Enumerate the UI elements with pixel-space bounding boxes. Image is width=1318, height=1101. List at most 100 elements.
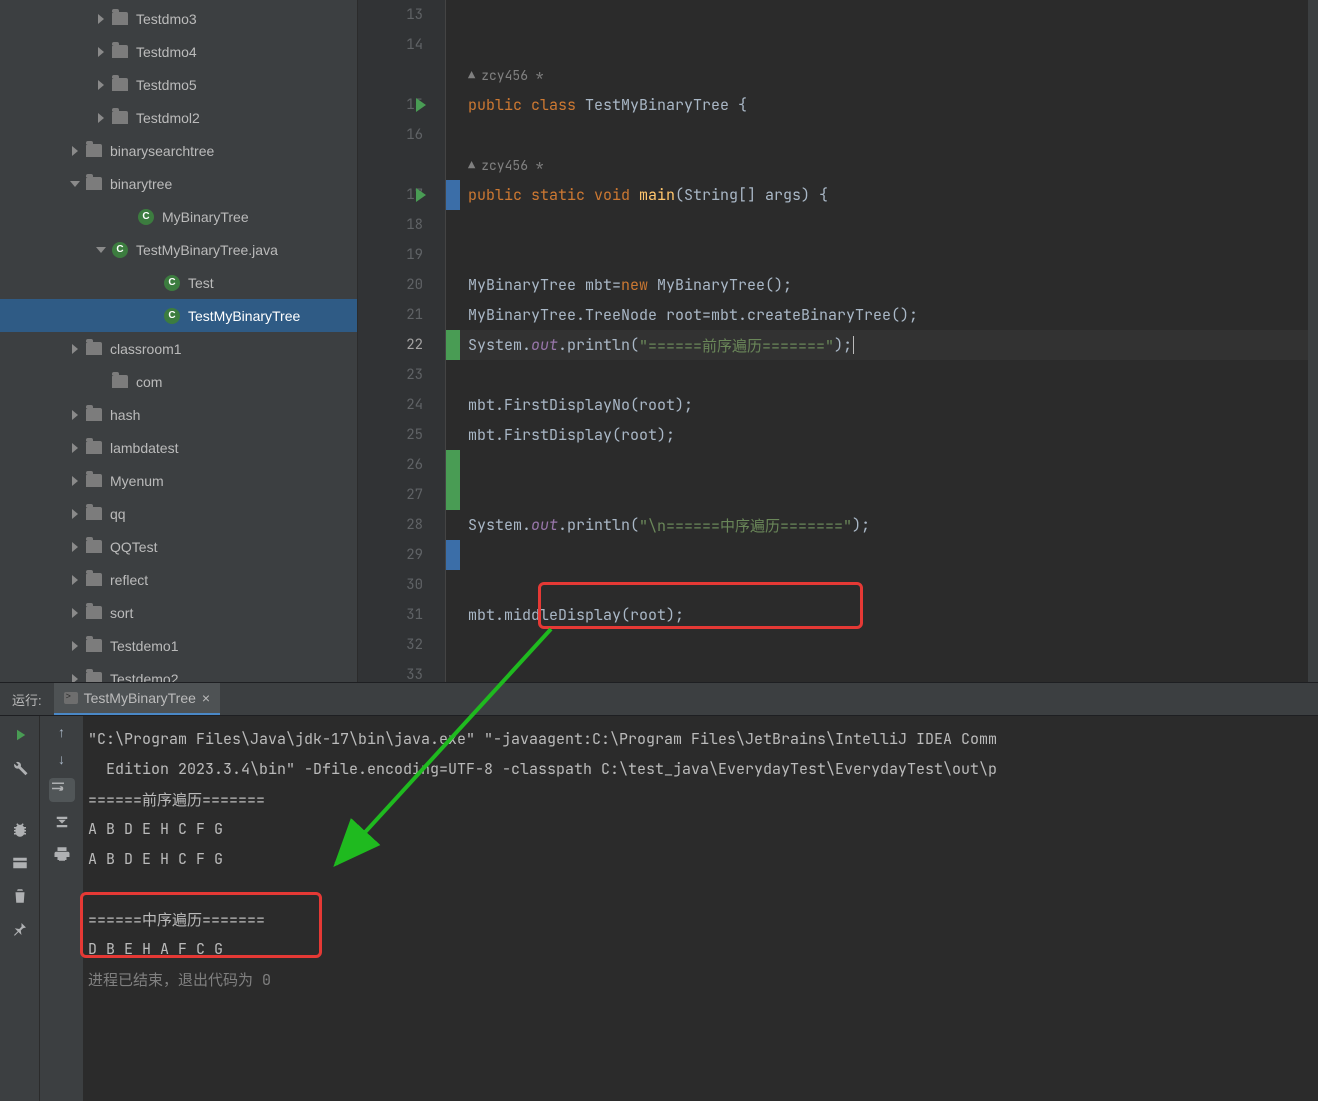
line-number[interactable]: 33	[358, 660, 445, 690]
chevron-right-icon[interactable]	[70, 344, 80, 354]
chevron-right-icon[interactable]	[70, 608, 80, 618]
soft-wrap-icon[interactable]	[49, 778, 75, 802]
line-number[interactable]: 21	[358, 300, 445, 330]
tree-item[interactable]: CTestMyBinaryTree.java	[0, 233, 357, 266]
tree-item[interactable]: CMyBinaryTree	[0, 200, 357, 233]
tree-item-label: MyBinaryTree	[162, 209, 357, 225]
line-number[interactable]: 20	[358, 270, 445, 300]
console-output[interactable]: "C:\Program Files\Java\jdk-17\bin\java.e…	[84, 716, 1318, 1101]
run-toolwindow-label: 运行:	[0, 690, 54, 709]
trash-icon[interactable]	[9, 885, 31, 907]
tree-item-label: binarysearchtree	[110, 143, 357, 159]
tree-item[interactable]: Testdemo1	[0, 629, 357, 662]
tree-item[interactable]: sort	[0, 596, 357, 629]
chevron-right-icon[interactable]	[96, 14, 106, 24]
line-number[interactable]: 22	[358, 330, 445, 360]
tree-item-label: hash	[110, 407, 357, 423]
line-number[interactable]: 28	[358, 510, 445, 540]
down-arrow-icon[interactable]: ↓	[58, 751, 65, 767]
line-number[interactable]: 17	[358, 180, 445, 210]
tree-item[interactable]: hash	[0, 398, 357, 431]
folder-icon	[86, 606, 102, 619]
editor-scrollbar[interactable]	[1308, 0, 1318, 682]
tree-item[interactable]: com	[0, 365, 357, 398]
terminal-icon	[64, 692, 78, 704]
class-icon: C	[164, 308, 180, 324]
code-area[interactable]: ▲zcy456 * public class TestMyBinaryTree …	[460, 0, 1318, 682]
tree-item[interactable]: classroom1	[0, 332, 357, 365]
line-number[interactable]: 31	[358, 600, 445, 630]
tree-item[interactable]: CTestMyBinaryTree	[0, 299, 357, 332]
run-gutter-icon[interactable]	[416, 188, 426, 202]
tree-item[interactable]: lambdatest	[0, 431, 357, 464]
layout-icon[interactable]	[9, 852, 31, 874]
line-number[interactable]: 29	[358, 540, 445, 570]
line-number[interactable]: 14	[358, 30, 445, 60]
console-line: 进程已结束，退出代码为 0	[88, 964, 1314, 994]
tree-item[interactable]: Testdmo4	[0, 35, 357, 68]
chevron-right-icon[interactable]	[70, 542, 80, 552]
tree-item[interactable]: Testdmo5	[0, 68, 357, 101]
tree-item[interactable]: Myenum	[0, 464, 357, 497]
wrench-icon[interactable]	[9, 757, 31, 779]
code-editor[interactable]: 1314 1516 171819202122232425262728293031 3…	[358, 0, 1318, 682]
line-number[interactable]: 16	[358, 120, 445, 150]
tree-item-label: Testdmo4	[136, 44, 357, 60]
folder-icon	[86, 474, 102, 487]
chevron-right-icon[interactable]	[70, 146, 80, 156]
tree-item[interactable]: Testdmo3	[0, 2, 357, 35]
tree-item[interactable]: binarytree	[0, 167, 357, 200]
folder-icon	[86, 507, 102, 520]
line-number[interactable]: 15	[358, 90, 445, 120]
chevron-right-icon[interactable]	[96, 80, 106, 90]
chevron-right-icon[interactable]	[70, 575, 80, 585]
rerun-icon[interactable]	[9, 724, 31, 746]
tree-item[interactable]: CTest	[0, 266, 357, 299]
chevron-right-icon[interactable]	[70, 476, 80, 486]
tree-item-label: com	[136, 374, 357, 390]
line-number[interactable]: 25	[358, 420, 445, 450]
chevron-right-icon[interactable]	[70, 509, 80, 519]
pin-icon[interactable]	[9, 918, 31, 940]
line-number[interactable]: 24	[358, 390, 445, 420]
tree-item[interactable]: binarysearchtree	[0, 134, 357, 167]
up-arrow-icon[interactable]: ↑	[58, 724, 65, 740]
line-number[interactable]: 27	[358, 480, 445, 510]
chevron-right-icon[interactable]	[70, 410, 80, 420]
tree-item[interactable]: QQTest	[0, 530, 357, 563]
tree-item[interactable]: Testdemo2	[0, 662, 357, 682]
chevron-down-icon[interactable]	[96, 245, 106, 255]
close-icon[interactable]: ×	[202, 690, 210, 706]
folder-icon	[112, 45, 128, 58]
chevron-right-icon[interactable]	[96, 113, 106, 123]
line-number[interactable]: 32	[358, 630, 445, 660]
chevron-right-icon[interactable]	[96, 47, 106, 57]
line-number[interactable]: 19	[358, 240, 445, 270]
line-number[interactable]: 23	[358, 360, 445, 390]
line-number[interactable]: 13	[358, 0, 445, 30]
line-number[interactable]: 30	[358, 570, 445, 600]
tree-item-label: classroom1	[110, 341, 357, 357]
chevron-right-icon[interactable]	[70, 674, 80, 683]
chevron-right-icon[interactable]	[70, 443, 80, 453]
folder-icon	[86, 639, 102, 652]
line-number[interactable]: 18	[358, 210, 445, 240]
chevron-down-icon[interactable]	[70, 179, 80, 189]
tree-item[interactable]: reflect	[0, 563, 357, 596]
project-tree[interactable]: Testdmo3 Testdmo4 Testdmo5 Testdmol2 binarys…	[0, 0, 358, 682]
run-gutter-icon[interactable]	[416, 98, 426, 112]
tree-item[interactable]: Testdmol2	[0, 101, 357, 134]
tree-item[interactable]: qq	[0, 497, 357, 530]
run-config-tab[interactable]: TestMyBinaryTree ×	[54, 683, 220, 715]
line-number[interactable]	[358, 60, 445, 90]
print-icon[interactable]	[53, 845, 71, 866]
chevron-right-icon[interactable]	[70, 641, 80, 651]
debug-icon[interactable]	[9, 819, 31, 841]
class-icon: C	[112, 242, 128, 258]
tree-item-label: Testdmo5	[136, 77, 357, 93]
change-strip	[446, 0, 460, 682]
scroll-icon[interactable]	[53, 813, 71, 834]
author-hint: zcy456 *	[481, 157, 543, 174]
line-number[interactable]	[358, 150, 445, 180]
line-number[interactable]: 26	[358, 450, 445, 480]
